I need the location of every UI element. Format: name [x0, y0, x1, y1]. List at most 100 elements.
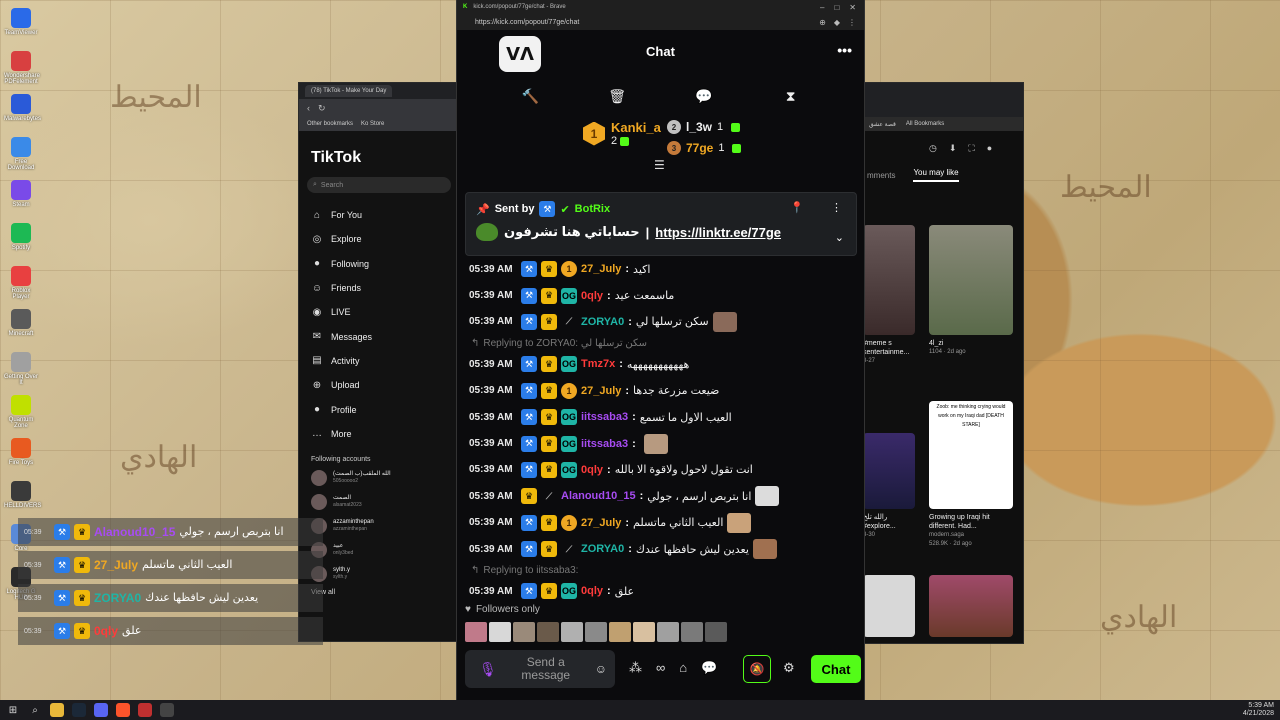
bookmark-ko-store[interactable]: Ko Store: [361, 121, 384, 127]
tab-you-may-like[interactable]: You may like: [913, 168, 959, 182]
nav-item-activity[interactable]: ▤ Activity: [311, 349, 459, 373]
message-username[interactable]: ZORYA0: [581, 543, 624, 555]
app-icon[interactable]: [160, 703, 174, 717]
trash-icon[interactable]: 🗑: [607, 88, 627, 105]
download-icon[interactable]: ⬇: [949, 143, 957, 154]
brave-icon[interactable]: [116, 703, 130, 717]
chat-bubble-icon[interactable]: 💬: [694, 88, 714, 105]
following-account[interactable]: الصمت alsamat2023: [311, 493, 459, 511]
app-icon[interactable]: [138, 703, 152, 717]
message-username[interactable]: 0qly: [581, 585, 603, 597]
following-account[interactable]: azzaminthepan azzaminthepan: [311, 517, 459, 535]
taskbar-clock[interactable]: 5:39 AM 4/21/2028: [1243, 702, 1274, 718]
infinity-icon[interactable]: ∞: [656, 660, 665, 676]
ban-hammer-icon[interactable]: 🔨: [520, 88, 540, 105]
leaderboard-third[interactable]: 3 77ge 1: [667, 141, 742, 155]
message-username[interactable]: 27_July: [581, 385, 621, 397]
chat-message[interactable]: 05:39 AM ⚒ ♛ OG Tmz7x: هههههههههههه: [469, 351, 859, 377]
maximize-icon[interactable]: □: [834, 3, 839, 12]
message-username[interactable]: Tmz7x: [581, 358, 615, 370]
file-explorer-icon[interactable]: [50, 703, 64, 717]
emote[interactable]: [513, 622, 535, 642]
emote[interactable]: [681, 622, 703, 642]
store-icon[interactable]: ⌂: [679, 660, 687, 676]
right-browser-window[interactable]: قصة عشق All Bookmarks ◷ ⬇ ⛶ ● mments You…: [862, 82, 1024, 644]
desktop-icon[interactable]: Quantum Zone: [4, 395, 38, 429]
minimize-icon[interactable]: –: [820, 3, 824, 12]
address-bar[interactable]: https://kick.com/popout/77ge/chat ⊕ ◆ ⋮: [457, 14, 864, 30]
message-username[interactable]: iitssaba3: [581, 411, 628, 423]
nav-item-messages[interactable]: ✉ Messages: [311, 324, 459, 348]
nav-item-following[interactable]: ● Following: [311, 252, 459, 276]
chat-message[interactable]: 05:39 AM ⚒ ♛ OG 0qly: ماسمعت عيد: [469, 282, 859, 308]
message-username[interactable]: 0qly: [581, 464, 603, 476]
menu-icon[interactable]: ⋮: [848, 18, 856, 27]
chat-message[interactable]: 05:39 AM ⚒ ♛ ⟋ ZORYA0: يعدين ليش حافظها عندك: [469, 536, 859, 562]
tiktok-logo[interactable]: TikTok: [311, 149, 459, 167]
search-input[interactable]: ⌕ Search: [307, 177, 451, 193]
close-icon[interactable]: ✕: [849, 3, 856, 12]
video-card[interactable]: #meme s kentertainme... 3-27: [863, 225, 915, 366]
message-emote[interactable]: [643, 433, 668, 454]
nav-item-explore[interactable]: ◎ Explore: [311, 227, 459, 251]
video-card[interactable]: Zoob: me thinking crying would work on m…: [929, 401, 1013, 549]
steam-icon[interactable]: [72, 703, 86, 717]
send-button[interactable]: Chat: [811, 655, 861, 683]
message-username[interactable]: 0qly: [581, 290, 603, 302]
chat-message[interactable]: 05:39 AM ⚒ ♛ 1 27_July: العيب الثاني ماتسلم: [469, 510, 859, 536]
video-card[interactable]: [863, 575, 915, 641]
chat-message[interactable]: 05:39 AM ⚒ ♛ OG iitssaba3: العيب الاول ما تسم…: [469, 404, 859, 430]
hourglass-icon[interactable]: ⧗: [781, 88, 801, 105]
collapse-icon[interactable]: ☰: [654, 158, 665, 172]
emote[interactable]: [657, 622, 679, 642]
discord-icon[interactable]: [94, 703, 108, 717]
more-options-icon[interactable]: •••: [837, 42, 852, 58]
url-text[interactable]: https://kick.com/popout/77ge/chat: [475, 19, 579, 26]
chat-bubble-icon[interactable]: 💬: [701, 660, 717, 676]
desktop-icon[interactable]: HELLDIVERS: [4, 481, 41, 509]
desktop-icon[interactable]: Steam: [4, 180, 38, 208]
address-bar[interactable]: ‹ ↻: [299, 99, 459, 117]
message-emote[interactable]: [727, 512, 752, 533]
emote[interactable]: [609, 622, 631, 642]
chat-message[interactable]: 05:39 AM ⚒ ♛ ⟋ ZORYA0: سكن ترسلها لي: [469, 309, 859, 335]
emote[interactable]: [585, 622, 607, 642]
nav-item-live[interactable]: ◉ LIVE: [311, 300, 459, 324]
window-titlebar[interactable]: K kick.com/popout/77ge/chat - Brave – □ …: [457, 0, 864, 14]
bookmark-all[interactable]: All Bookmarks: [906, 121, 944, 127]
nav-item-friends[interactable]: ☺ Friends: [311, 276, 459, 300]
pinned-sender[interactable]: BotRix: [575, 203, 610, 215]
avatar[interactable]: ●: [987, 143, 992, 153]
emote[interactable]: [705, 622, 727, 642]
desktop-icon[interactable]: Spotify: [4, 223, 38, 251]
brave-shield-icon[interactable]: ◆: [834, 18, 840, 27]
desktop-icon[interactable]: Wondershare PDFelement: [4, 51, 40, 85]
microphone-icon[interactable]: 🎙: [479, 661, 497, 678]
start-icon[interactable]: ⊞: [6, 703, 20, 717]
emote[interactable]: [489, 622, 511, 642]
message-username[interactable]: 27_July: [581, 263, 621, 275]
chat-message[interactable]: 05:39 AM ⚒ ♛ 1 27_July: ضيعت مزرعة جدها: [469, 378, 859, 404]
message-username[interactable]: 27_July: [581, 517, 621, 529]
reload-icon[interactable]: ↻: [318, 103, 326, 114]
speed-icon[interactable]: ◷: [929, 143, 937, 154]
chat-message[interactable]: 05:39 AM ⚒ ♛ OG iitssaba3:: [469, 430, 859, 456]
zoom-icon[interactable]: ⊕: [819, 18, 826, 27]
desktop-icon[interactable]: Fire Toys: [4, 438, 38, 466]
message-input[interactable]: 🎙 Send a message ☺: [465, 650, 615, 688]
desktop-icon[interactable]: Getting Over It: [4, 352, 38, 386]
desktop-icon[interactable]: TeamViewer: [4, 8, 38, 36]
desktop-icon[interactable]: Roblox Player: [4, 266, 38, 300]
chat-message[interactable]: 05:39 AM ⚒ ♛ OG 0qly: علق: [469, 578, 859, 604]
nav-item-more[interactable]: … More: [311, 422, 459, 446]
leaderboard-second[interactable]: 2 l_3w 1: [667, 120, 741, 134]
video-card[interactable]: [929, 575, 1013, 641]
pinned-link[interactable]: https://linktr.ee/77ge: [655, 225, 781, 240]
following-account[interactable]: عبيد only3bed: [311, 541, 459, 559]
search-icon[interactable]: ⌕: [28, 703, 42, 717]
bookmark-item[interactable]: قصة عشق: [869, 121, 896, 128]
reply-reference[interactable]: ↰ Replying to iitssaba3:: [469, 562, 859, 578]
leaderboard-first[interactable]: 1 Kanki_a 2: [583, 120, 661, 147]
bookmark-other[interactable]: Other bookmarks: [307, 121, 353, 127]
message-username[interactable]: iitssaba3: [581, 438, 628, 450]
